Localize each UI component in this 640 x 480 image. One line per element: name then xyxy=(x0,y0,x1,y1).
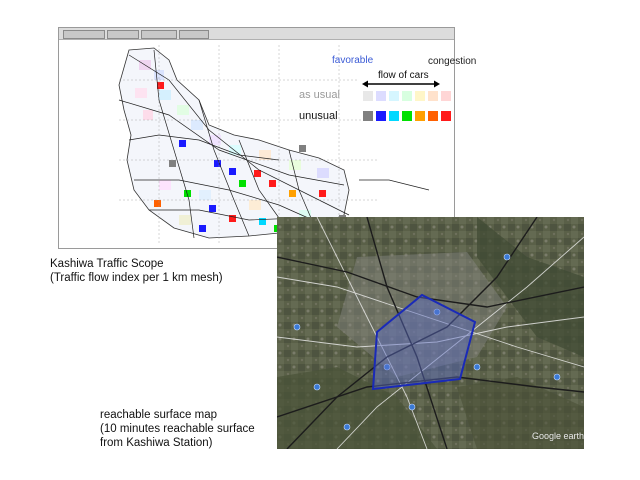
unusual-swatch-6 xyxy=(441,111,451,121)
usual-swatch-2 xyxy=(389,91,399,101)
usual-swatch-6 xyxy=(441,91,451,101)
legend-unusual-label: unusual xyxy=(299,110,338,122)
traffic-scope-window xyxy=(58,27,455,249)
usual-swatch-1 xyxy=(376,91,386,101)
flow-arrow-icon xyxy=(362,80,440,88)
satellite-reachable-map: Google earth xyxy=(277,217,584,449)
menu-item[interactable] xyxy=(107,30,139,39)
usual-swatch-3 xyxy=(402,91,412,101)
unusual-swatch-0 xyxy=(363,111,373,121)
unusual-swatch-3 xyxy=(402,111,412,121)
legend-flow-label: flow of cars xyxy=(378,70,429,81)
legend-favorable-label: favorable xyxy=(332,55,374,66)
legend-as-usual-label: as usual xyxy=(299,89,340,101)
usual-swatch-0 xyxy=(363,91,373,101)
menu-item[interactable] xyxy=(141,30,177,39)
usual-swatch-4 xyxy=(415,91,425,101)
legend-congestion-label: congestion xyxy=(428,56,477,67)
scope-caption-title: Kashiwa Traffic Scope xyxy=(50,258,164,270)
menu-item[interactable] xyxy=(179,30,209,39)
unusual-swatch-4 xyxy=(415,111,425,121)
unusual-swatch-2 xyxy=(389,111,399,121)
reach-caption-line2: (10 minutes reachable surface xyxy=(100,423,255,435)
reach-caption-line3: from Kashiwa Station) xyxy=(100,437,213,449)
unusual-swatch-1 xyxy=(376,111,386,121)
window-titlebar xyxy=(59,28,454,40)
usual-swatch-5 xyxy=(428,91,438,101)
unusual-swatch-5 xyxy=(428,111,438,121)
menu-item[interactable] xyxy=(63,30,105,39)
google-earth-watermark: Google earth xyxy=(532,431,584,441)
scope-caption-subtitle: (Traffic flow index per 1 km mesh) xyxy=(50,272,223,284)
reach-caption-title: reachable surface map xyxy=(100,409,217,421)
